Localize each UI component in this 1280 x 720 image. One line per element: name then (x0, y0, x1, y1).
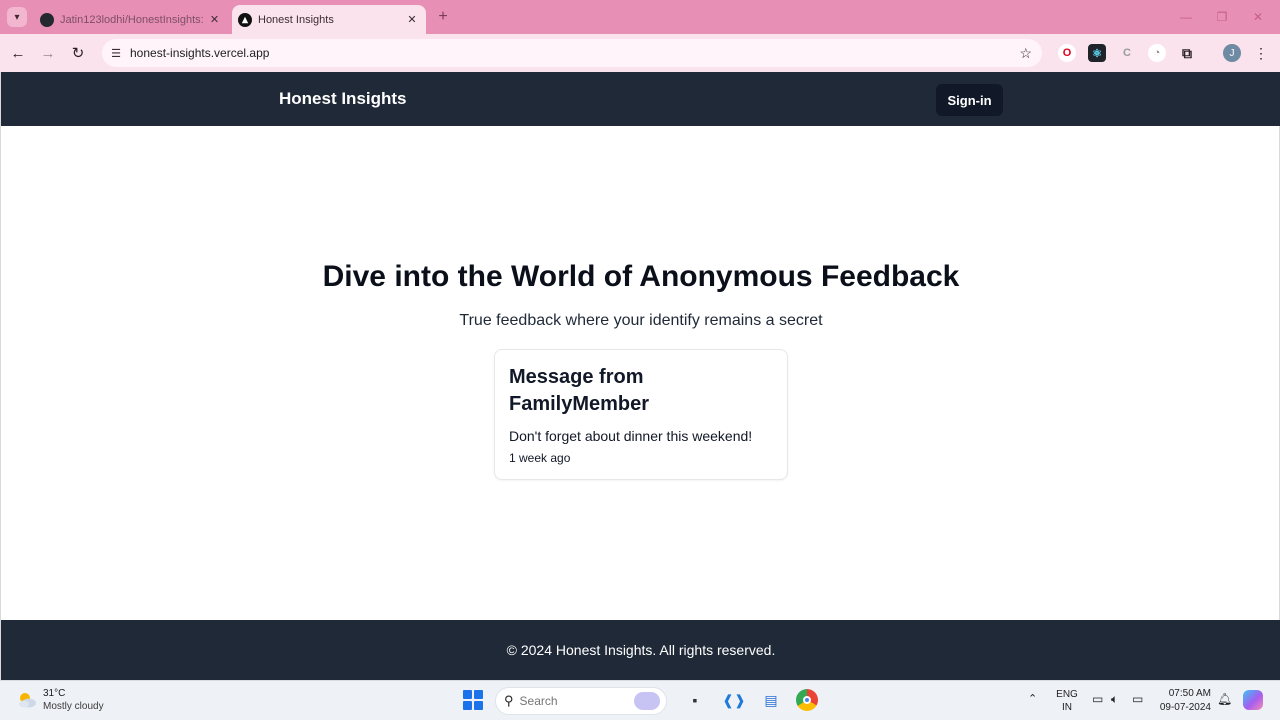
clock-time: 07:50 AM (1168, 688, 1211, 699)
browser-tab-strip: ▾ Jatin123lodhi/HonestInsights: ... ✕ Ho… (0, 0, 1280, 34)
extension-c-icon[interactable]: C (1118, 44, 1136, 62)
back-button[interactable]: ← (7, 42, 29, 64)
tab-title: Jatin123lodhi/HonestInsights: ... (60, 13, 207, 26)
extension-clock-icon[interactable]: ◔ (1148, 44, 1166, 62)
restore-button[interactable]: ❐ (1212, 8, 1232, 26)
weather-cloudy-icon[interactable] (16, 689, 38, 711)
puzzle-icon[interactable]: ⧉ (1178, 44, 1196, 62)
message-card: Message from FamilyMember Don't forget a… (494, 349, 788, 480)
reload-button[interactable]: ↻ (67, 42, 89, 64)
vercel-triangle-icon (238, 12, 252, 27)
site-navbar: Honest Insights Sign-in (1, 72, 1280, 126)
system-clock[interactable]: 07:50 AM 09-07-2024 (1155, 687, 1211, 715)
browser-toolbar: ← → ↻ ☰ ☆ O ⚛ C ◔ ⧉ J ⋮ (0, 34, 1280, 72)
volume-icon[interactable]: 🔈︎ (1111, 692, 1118, 707)
hero-subtitle: True feedback where your identify remain… (459, 312, 823, 329)
footer-copyright: © 2024 Honest Insights. All rights reser… (506, 642, 776, 658)
lang-line2: IN (1062, 702, 1072, 713)
card-message: Don't forget about dinner this weekend! (509, 428, 753, 444)
tab-title: Honest Insights (258, 13, 334, 26)
restore-icon: ❐ (1216, 10, 1228, 24)
tab-search-button[interactable]: ▾ (7, 7, 27, 27)
taskbar: 31°C Mostly cloudy ⚲ ▪ ❰❱ ▤ ⌃ ENG IN ▭ 🔈… (0, 680, 1280, 720)
weather-description: Mostly cloudy (43, 701, 104, 712)
lang-line1: ENG (1056, 689, 1078, 700)
opera-extension-icon[interactable]: O (1058, 44, 1076, 62)
reload-icon: ↻ (71, 45, 85, 62)
plus-icon: + (438, 8, 448, 25)
minimize-button[interactable]: — (1176, 8, 1196, 26)
taskbar-search-input[interactable] (519, 694, 610, 708)
address-bar[interactable]: ☰ ☆ (102, 39, 1042, 67)
forward-button[interactable]: → (37, 42, 59, 64)
close-window-button[interactable]: ✕ (1248, 8, 1268, 26)
minimize-icon: — (1180, 10, 1192, 24)
windows-start-icon[interactable] (463, 690, 483, 710)
site-footer: © 2024 Honest Insights. All rights reser… (1, 620, 1280, 680)
language-indicator[interactable]: ENG IN (1055, 688, 1079, 714)
copilot-icon[interactable] (1243, 690, 1263, 710)
close-icon[interactable]: ✕ (207, 12, 222, 28)
chrome-center (803, 696, 811, 704)
brand-logo[interactable]: Honest Insights (279, 89, 407, 109)
new-tab-button[interactable]: + (434, 8, 452, 26)
forward-arrow-icon: → (40, 44, 56, 62)
tune-icon[interactable]: ☰ (108, 45, 124, 61)
close-icon: ✕ (1252, 10, 1264, 24)
react-devtools-icon[interactable]: ⚛ (1088, 44, 1106, 62)
profile-avatar[interactable]: J (1223, 44, 1241, 62)
clock-date: 09-07-2024 (1159, 702, 1211, 713)
hero-title: Dive into the World of Anonymous Feedbac… (322, 260, 960, 293)
kebab-menu-icon[interactable]: ⋮ (1254, 44, 1268, 62)
web-page: Honest Insights Sign-in Dive into the Wo… (0, 72, 1280, 680)
card-timestamp: 1 week ago (509, 451, 571, 465)
taskbar-search[interactable]: ⚲ (495, 687, 667, 715)
tray-overflow-icon[interactable]: ⌃ (1028, 692, 1037, 705)
chevron-down-icon: ▾ (14, 11, 20, 23)
notification-bell-icon[interactable]: 🔔︎ (1217, 692, 1232, 706)
weather-temperature: 31°C (43, 688, 66, 699)
search-highlight-icon (634, 692, 660, 710)
star-icon[interactable]: ☆ (1019, 45, 1032, 62)
tab-honest-insights[interactable]: Honest Insights ✕ (232, 5, 426, 34)
notepad-icon[interactable]: ▤ (760, 689, 782, 711)
search-icon: ⚲ (504, 693, 514, 708)
network-icon[interactable]: ▭ (1092, 692, 1103, 706)
vscode-icon[interactable]: ❰❱ (722, 689, 745, 711)
close-icon[interactable]: ✕ (404, 12, 420, 28)
battery-icon[interactable]: ▭ (1132, 692, 1143, 706)
card-title: Message from FamilyMember (509, 366, 650, 415)
back-arrow-icon: ← (10, 44, 26, 62)
github-icon (40, 12, 54, 27)
sign-in-button[interactable]: Sign-in (936, 84, 1003, 116)
chrome-icon[interactable] (796, 689, 818, 711)
tab-github[interactable]: Jatin123lodhi/HonestInsights: ... ✕ (34, 5, 228, 34)
url-input[interactable] (130, 46, 990, 60)
task-view-icon[interactable]: ▪ (684, 689, 706, 711)
